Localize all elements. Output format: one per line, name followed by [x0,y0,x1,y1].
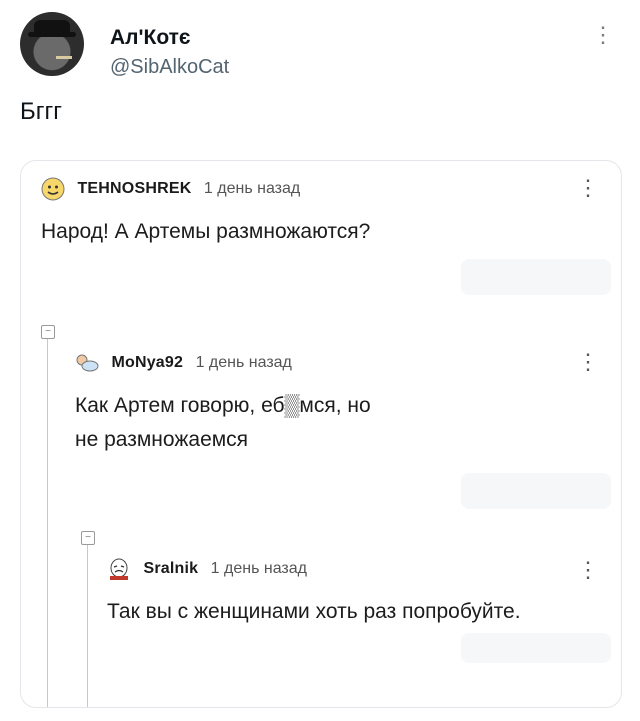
background-ghost [461,473,611,509]
user-handle[interactable]: @SibAlkoCat [110,56,229,79]
comment-1: TEHNOSHREK 1 день назад Народ! А Артемы … [41,177,601,249]
collapse-thread-button[interactable]: − [41,325,55,339]
comment-text: Народ! А Артемы размножаются? [41,220,371,243]
comment-meta: TEHNOSHREK 1 день назад [41,177,601,201]
comment-menu-icon[interactable]: ⋮ [577,349,599,375]
display-name[interactable]: Ал'Котє [110,26,191,50]
comment-meta: Sralnik 1 день назад [107,557,607,581]
comment-username[interactable]: TEHNOSHREK [77,180,191,197]
background-ghost [461,259,611,295]
cigarette-shape [56,56,72,59]
comment-username[interactable]: Sralnik [143,560,198,577]
background-ghost [461,633,611,663]
meme-face-icon [107,557,131,581]
comment-menu-icon[interactable]: ⋮ [577,175,599,201]
comment-text-line: не размножаемся [75,428,249,451]
quoted-image-card[interactable]: TEHNOSHREK 1 день назад Народ! А Артемы … [20,160,622,708]
tweet-header: Ал'Котє @SibAlkoCat ⋮ [20,12,620,82]
comment-text-line: Как Артем говорю, еб▒мся, но [75,394,371,417]
thread-line [47,339,48,707]
tweet-text: Бггг [20,98,63,125]
comment-timestamp: 1 день назад [195,354,292,372]
comment-meta: MoNya92 1 день назад [75,351,575,375]
comment-text: Так вы с женщинами хоть раз попробуйте. [107,600,521,623]
comment-3: Sralnik 1 день назад Так вы с женщинами … [107,557,607,629]
comment-menu-icon[interactable]: ⋮ [577,557,599,583]
comment-timestamp: 1 день назад [210,560,307,578]
thread-line [87,545,88,707]
comment-2: MoNya92 1 день назад Как Артем говорю, е… [75,351,575,457]
comment-username[interactable]: MoNya92 [111,354,183,371]
comment-timestamp: 1 день назад [203,180,301,198]
smiley-emoji-icon [41,177,65,201]
hat-brim-shape [28,32,76,37]
more-vertical-icon[interactable]: ⋮ [592,24,614,46]
crawling-baby-icon [75,351,99,375]
avatar[interactable] [20,12,84,76]
collapse-thread-button[interactable]: − [81,531,95,545]
